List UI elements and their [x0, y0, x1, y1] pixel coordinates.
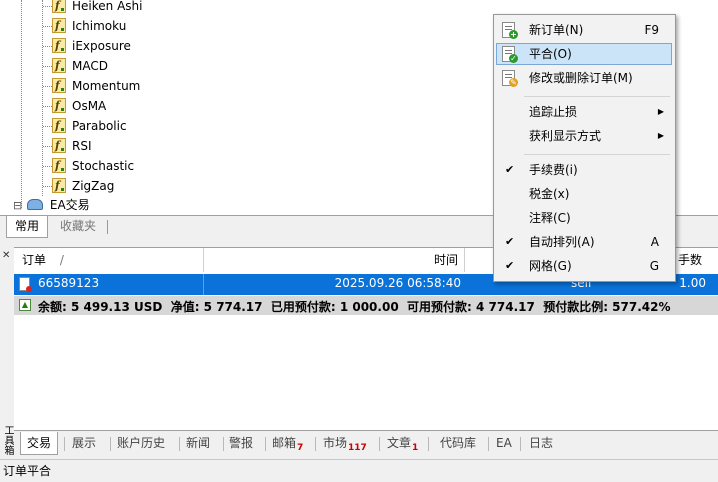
indicator-icon: [52, 96, 66, 116]
status-bar: 订单平合: [0, 459, 718, 482]
tree-item-ea[interactable]: ⊟ EA交易: [13, 195, 90, 215]
menu-item-close-order[interactable]: ✓ 平合(O): [496, 43, 672, 65]
order-document-icon: [19, 277, 32, 292]
tab-news[interactable]: 新闻: [180, 432, 216, 454]
collapse-icon[interactable]: ⊟: [13, 199, 22, 212]
tab-market[interactable]: 市场117: [317, 432, 373, 454]
indicator-zigzag[interactable]: ZigZag: [43, 176, 114, 196]
order-id: 66589123: [38, 276, 100, 290]
menu-item-grid[interactable]: ✔ 网格(G) G: [496, 255, 672, 277]
new-order-icon: +: [502, 22, 518, 39]
tab-common[interactable]: 常用: [6, 216, 49, 238]
indicator-momentum[interactable]: Momentum: [43, 76, 140, 96]
menu-item-taxes[interactable]: 税金(x): [496, 183, 672, 205]
menu-item-profit-display[interactable]: 获利显示方式 ▶: [496, 125, 672, 147]
summary-expand-icon[interactable]: ▲: [19, 299, 31, 311]
tab-account-history[interactable]: 账户历史: [111, 432, 171, 454]
toolbox-close-icon[interactable]: ✕: [2, 250, 10, 261]
indicator-osma[interactable]: OsMA: [43, 96, 106, 116]
indicator-icon: [52, 156, 66, 176]
tab-journal[interactable]: 日志: [523, 432, 559, 454]
ea-robot-icon: [27, 199, 44, 210]
market-count: 117: [348, 443, 367, 453]
submenu-arrow-icon: ▶: [657, 131, 664, 140]
tab-articles[interactable]: 文章1: [381, 432, 424, 454]
close-order-icon: ✓: [502, 46, 518, 63]
tab-divider: [107, 220, 108, 234]
check-icon: ✔: [505, 235, 515, 248]
terminal-tabs: 交易 展示 账户历史 新闻 警报 邮箱7 市场117 文章1 代码库 EA 日志: [14, 430, 718, 457]
menu-separator: [524, 154, 670, 155]
sort-indicator: /: [59, 253, 64, 267]
indicator-icon: [52, 176, 66, 196]
tab-ea[interactable]: EA: [490, 432, 518, 454]
indicator-icon: [52, 56, 66, 76]
toolbox-label: 工具箱: [2, 425, 13, 455]
order-time: 2025.09.26 06:58:40: [334, 276, 461, 290]
check-icon: ✔: [505, 163, 515, 176]
order-lots: 1.00: [679, 276, 706, 290]
indicator-icon: [52, 0, 66, 16]
indicator-parabolic[interactable]: Parabolic: [43, 116, 127, 136]
indicator-icon: [52, 116, 66, 136]
submenu-arrow-icon: ▶: [657, 107, 664, 116]
column-header-lots[interactable]: 手数: [674, 248, 718, 272]
menu-item-trailing-stop[interactable]: 追踪止损 ▶: [496, 101, 672, 123]
menu-item-modify-order[interactable]: ✎ 修改或删除订单(M): [496, 67, 672, 89]
indicator-heiken-ashi[interactable]: Heiken Ashi: [43, 0, 142, 16]
tab-trade[interactable]: 交易: [20, 432, 59, 455]
tab-code-base[interactable]: 代码库: [434, 432, 482, 454]
indicator-icon: [52, 136, 66, 156]
articles-count: 1: [412, 443, 419, 453]
account-summary: 余额: 5 499.13 USD 净值: 5 774.17 已用预付款: 1 0…: [38, 300, 671, 314]
column-header-time[interactable]: 时间: [204, 248, 465, 272]
tab-favorites[interactable]: 收藏夹: [52, 216, 104, 237]
menu-separator: [524, 96, 670, 97]
account-summary-row: ▲ 余额: 5 499.13 USD 净值: 5 774.17 已用预付款: 1…: [14, 296, 718, 315]
indicator-rsi[interactable]: RSI: [43, 136, 92, 156]
indicator-icon: [52, 36, 66, 56]
indicator-icon: [52, 76, 66, 96]
status-text: 订单平合: [3, 464, 52, 478]
tree-connector: [21, 0, 22, 208]
indicator-macd[interactable]: MACD: [43, 56, 108, 76]
tab-exposure[interactable]: 展示: [66, 432, 102, 454]
check-icon: ✔: [505, 259, 515, 272]
menu-item-comments[interactable]: 注释(C): [496, 207, 672, 229]
indicator-iexposure[interactable]: iExposure: [43, 36, 131, 56]
indicator-icon: [52, 16, 66, 36]
menu-item-new-order[interactable]: + 新订单(N) F9: [496, 19, 672, 41]
context-menu: + 新订单(N) F9 ✓ 平合(O) ✎ 修改或删除订单(M) 追踪止损 ▶ …: [493, 14, 676, 282]
column-header-order[interactable]: 订单 /: [14, 248, 204, 272]
modify-order-icon: ✎: [502, 70, 518, 87]
mailbox-count: 7: [297, 443, 304, 453]
indicator-ichimoku[interactable]: Ichimoku: [43, 16, 126, 36]
indicator-stochastic[interactable]: Stochastic: [43, 156, 134, 176]
menu-item-commission[interactable]: ✔ 手续费(i): [496, 159, 672, 181]
tab-alerts[interactable]: 警报: [223, 432, 259, 454]
tab-mailbox[interactable]: 邮箱7: [266, 432, 309, 454]
toolbox-sidebar: ✕ 工具箱: [0, 247, 15, 456]
menu-item-auto-arrange[interactable]: ✔ 自动排列(A) A: [496, 231, 672, 253]
